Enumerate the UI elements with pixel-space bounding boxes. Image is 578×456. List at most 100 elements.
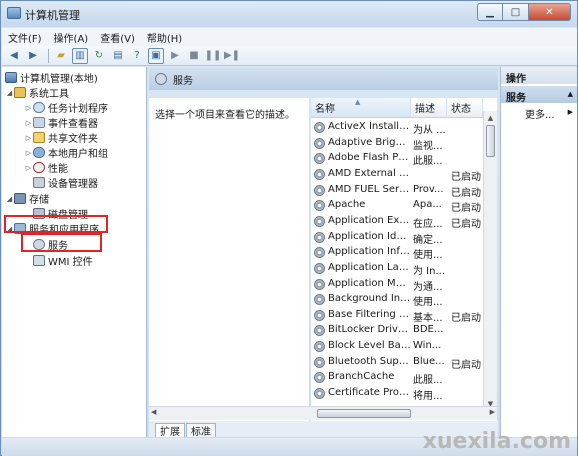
export-list-icon[interactable]: ▤ — [110, 48, 126, 64]
menu-help[interactable]: 帮助(H) — [147, 30, 182, 45]
service-description: 使用... — [413, 250, 443, 262]
tree-item-shared-folders[interactable]: ▷ 共享文件夹 — [24, 130, 98, 145]
service-gear-icon — [314, 215, 325, 227]
toolbar: ◀ ▶ ▰ ▥ ↻ ▤ ? ▣ ▶ ■ ❚❚ ▶❚ — [2, 46, 577, 66]
table-row[interactable]: Application Iden... 确定... — [311, 230, 483, 246]
collapsed-arrow-icon[interactable]: ▷ — [24, 149, 33, 157]
tree-item-root[interactable]: 计算机管理(本地) — [5, 70, 98, 85]
collapsed-arrow-icon[interactable]: ▷ — [24, 119, 33, 127]
table-row[interactable]: AMD External Ev... 已启动 — [311, 167, 483, 183]
expanded-arrow-icon[interactable]: ◢ — [5, 89, 14, 97]
expanded-arrow-icon[interactable]: ◢ — [5, 195, 14, 203]
tab-extended[interactable]: 扩展 — [155, 423, 185, 438]
service-name: Base Filtering En... — [328, 308, 411, 320]
service-gear-icon — [314, 372, 325, 384]
table-row[interactable]: Block Level Back...Win... — [311, 339, 483, 354]
service-state: 已启动 — [451, 312, 481, 324]
service-state: 已启动 — [451, 359, 481, 371]
table-row[interactable]: Certificate Propa...将用... — [311, 386, 483, 403]
back-arrow-icon[interactable]: ◀ — [6, 48, 22, 64]
vertical-scroll-thumb[interactable] — [486, 125, 495, 157]
users-icon — [33, 147, 45, 158]
table-row[interactable]: Base Filtering En...基本... 已启动 — [311, 308, 483, 324]
pause-icon[interactable]: ❚❚ — [205, 48, 222, 64]
gear-icon — [155, 73, 167, 85]
device-manager-icon — [33, 177, 45, 188]
wmi-icon — [33, 255, 45, 266]
horizontal-scroll-thumb[interactable] — [317, 409, 411, 418]
restart-icon[interactable]: ▶❚ — [224, 48, 240, 64]
table-row[interactable]: ActiveX Installer ...为从 ... — [311, 120, 483, 136]
refresh-icon[interactable]: ↻ — [91, 48, 107, 64]
menu-action[interactable]: 操作(A) — [54, 30, 89, 45]
service-description: Prov... — [413, 183, 444, 195]
table-row[interactable]: Apache Apa... 已启动 — [311, 198, 483, 215]
column-header-desc[interactable]: 描述 — [411, 98, 447, 118]
storage-icon — [14, 193, 26, 204]
table-row[interactable]: Application Expe...在应... 已启动 — [311, 214, 483, 230]
stop-icon[interactable]: ■ — [186, 48, 202, 64]
scroll-up-arrow-icon[interactable]: ▲ — [484, 111, 497, 125]
title-bar[interactable]: 计算机管理 ▁ □ ✕ — [1, 1, 577, 27]
tree-item-storage[interactable]: ◢ 存储 — [5, 191, 49, 206]
horizontal-scrollbar[interactable]: ◀ ▶ — [149, 406, 497, 420]
tree-item-event-viewer[interactable]: ▷ 事件查看器 — [24, 115, 98, 130]
scroll-left-arrow-icon[interactable]: ◀ — [151, 408, 156, 416]
action-more[interactable]: 更多... ▶ — [501, 103, 577, 121]
service-description: 将用... — [413, 391, 443, 403]
properties-icon[interactable]: ▣ — [148, 47, 164, 64]
show-tree-icon[interactable]: ▥ — [72, 47, 88, 64]
column-header-state[interactable]: 状态 — [447, 98, 483, 118]
table-row[interactable]: BranchCache 此服... — [311, 370, 483, 386]
collapsed-arrow-icon[interactable]: ▷ — [24, 134, 33, 142]
minimize-button[interactable]: ▁ — [477, 3, 503, 21]
tree-item-wmi[interactable]: WMI 控件 — [33, 253, 93, 268]
service-name: Block Level Back... — [328, 340, 411, 352]
tree-item-performance[interactable]: ▷ 性能 — [24, 160, 68, 175]
description-pane: 选择一个项目来查看它的描述。 — [149, 98, 309, 421]
service-gear-icon — [314, 356, 325, 368]
service-state: 已启动 — [451, 203, 481, 215]
maximize-button[interactable]: □ — [503, 3, 529, 21]
table-row[interactable]: Application Infor... 使用... — [311, 245, 483, 262]
vertical-scrollbar[interactable]: ▲ ▼ — [483, 111, 497, 411]
table-row[interactable]: Bluetooth Supp... Blue... 已启动 — [311, 355, 483, 371]
scroll-right-arrow-icon[interactable]: ▶ — [490, 408, 495, 416]
close-button[interactable]: ✕ — [529, 3, 571, 21]
folder-up-icon[interactable]: ▰ — [53, 48, 69, 64]
help-icon[interactable]: ? — [129, 48, 145, 64]
actions-title: 操作 — [501, 67, 577, 85]
service-description: 基本... — [413, 312, 443, 324]
collapsed-arrow-icon[interactable]: ▷ — [24, 164, 33, 172]
table-row[interactable]: BitLocker Drive ... BDE... — [311, 323, 483, 338]
column-header-name[interactable]: 名称 ▲ — [311, 98, 411, 118]
table-row[interactable]: Adobe Flash Pla... 此服... — [311, 151, 483, 167]
collapsed-arrow-icon[interactable]: ▷ — [24, 104, 33, 112]
table-row[interactable]: Background Inte... 使用... — [311, 292, 483, 308]
watermark: xuexila.com — [422, 429, 571, 454]
tab-standard[interactable]: 标准 — [186, 423, 216, 438]
table-row[interactable]: Application Laye...为 In... — [311, 261, 483, 277]
collapse-arrow-icon[interactable]: ▲ — [568, 90, 573, 98]
service-gear-icon — [314, 341, 325, 353]
computer-icon — [5, 72, 17, 83]
service-gear-icon — [314, 278, 325, 290]
table-row[interactable]: Adaptive Brightn...监视... — [311, 136, 483, 152]
menu-view[interactable]: 查看(V) — [100, 30, 135, 45]
service-name: BitLocker Drive ... — [328, 324, 411, 336]
tree-item-device-manager[interactable]: 设备管理器 — [33, 175, 98, 190]
menu-file[interactable]: 文件(F) — [8, 30, 42, 45]
table-row[interactable]: AMD FUEL Service Prov... 已启动 — [311, 183, 483, 199]
forward-arrow-icon[interactable]: ▶ — [25, 48, 41, 64]
table-row[interactable]: Application Man... 为通... — [311, 277, 483, 293]
service-state: 已启动 — [451, 187, 481, 199]
service-name: ActiveX Installer ... — [328, 121, 411, 132]
service-name: Adaptive Brightn... — [328, 136, 411, 148]
actions-section-services[interactable]: 服务 ▲ — [501, 86, 577, 104]
play-icon[interactable]: ▶ — [167, 48, 183, 64]
tree-item-system-tools[interactable]: ◢ 系统工具 — [5, 85, 69, 100]
tree-item-task-scheduler[interactable]: ▷ 任务计划程序 — [24, 100, 108, 115]
service-gear-icon — [314, 137, 325, 149]
tree-item-local-users[interactable]: ▷ 本地用户和组 — [24, 145, 108, 160]
clock-icon — [33, 102, 45, 113]
